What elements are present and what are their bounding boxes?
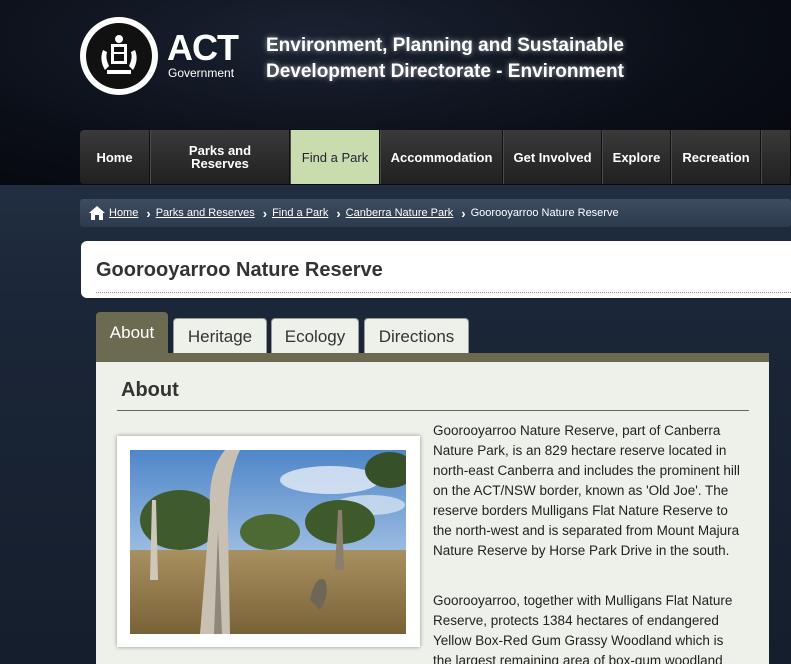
tab-directions[interactable]: Directions (364, 318, 469, 354)
nav-item-explore[interactable]: Explore (602, 130, 671, 184)
site-header: ACT Government Environment, Planning and… (0, 0, 791, 185)
section-heading: About (121, 379, 179, 401)
breadcrumb-link-find-a-park[interactable]: Find a Park (272, 207, 328, 219)
nav-item-recreation[interactable]: Recreation (671, 130, 761, 184)
about-paragraph-2: Goorooyarroo, together with Mulligans Fl… (433, 593, 733, 664)
page-title: Goorooyarroo Nature Reserve (96, 259, 383, 281)
nav-item-get-involved[interactable]: Get Involved (503, 130, 602, 184)
directorate-title: Environment, Planning and Sustainable De… (266, 33, 624, 85)
logo-government-text: Government (168, 66, 235, 80)
breadcrumb-link-canberra-nature-park[interactable]: Canberra Nature Park (346, 207, 454, 219)
reserve-photo (130, 450, 406, 634)
tab-heritage[interactable]: Heritage (173, 318, 267, 354)
nav-item-accommodation[interactable]: Accommodation (380, 130, 503, 184)
title-divider (96, 292, 791, 293)
directorate-line-2: Development Directorate - Environment (266, 61, 624, 82)
nav-item-find-a-park[interactable]: Find a Park (290, 130, 380, 184)
breadcrumb-link-parks-and-reserves[interactable]: Parks and Reserves (156, 207, 255, 219)
chevron-right-icon: › (262, 205, 268, 221)
nav-item-parks-and-reserves[interactable]: Parks and Reserves (150, 130, 290, 184)
coat-of-arms-icon (101, 35, 137, 74)
directorate-line-1: Environment, Planning and Sustainable (266, 35, 624, 56)
home-icon[interactable] (88, 205, 106, 221)
act-government-crest-logo[interactable] (80, 17, 158, 95)
page-title-box: Goorooyarroo Nature Reserve (81, 241, 791, 298)
chevron-right-icon: › (461, 205, 466, 221)
section-divider (117, 410, 749, 411)
tab-content-about: About Goorooyarroo Nature Reserve, part … (96, 362, 769, 664)
about-paragraph-1: Goorooyarroo Nature Reserve, part of Can… (433, 423, 740, 558)
nav-item-home[interactable]: Home (80, 130, 150, 184)
chevron-right-icon: › (146, 205, 151, 221)
logo-act-text: ACT (167, 27, 239, 68)
breadcrumb-link-home[interactable]: Home (109, 207, 138, 219)
tab-bar (96, 353, 769, 362)
nav-item-more[interactable] (761, 130, 791, 184)
main-nav: Home Parks and Reserves Find a Park Acco… (80, 130, 791, 184)
reserve-photo-frame (117, 436, 420, 647)
breadcrumb-current: Goorooyarroo Nature Reserve (470, 207, 619, 219)
breadcrumb: Home › Parks and Reserves › Find a Park … (80, 199, 791, 227)
tab-ecology[interactable]: Ecology (271, 318, 359, 354)
chevron-right-icon: › (336, 205, 341, 221)
